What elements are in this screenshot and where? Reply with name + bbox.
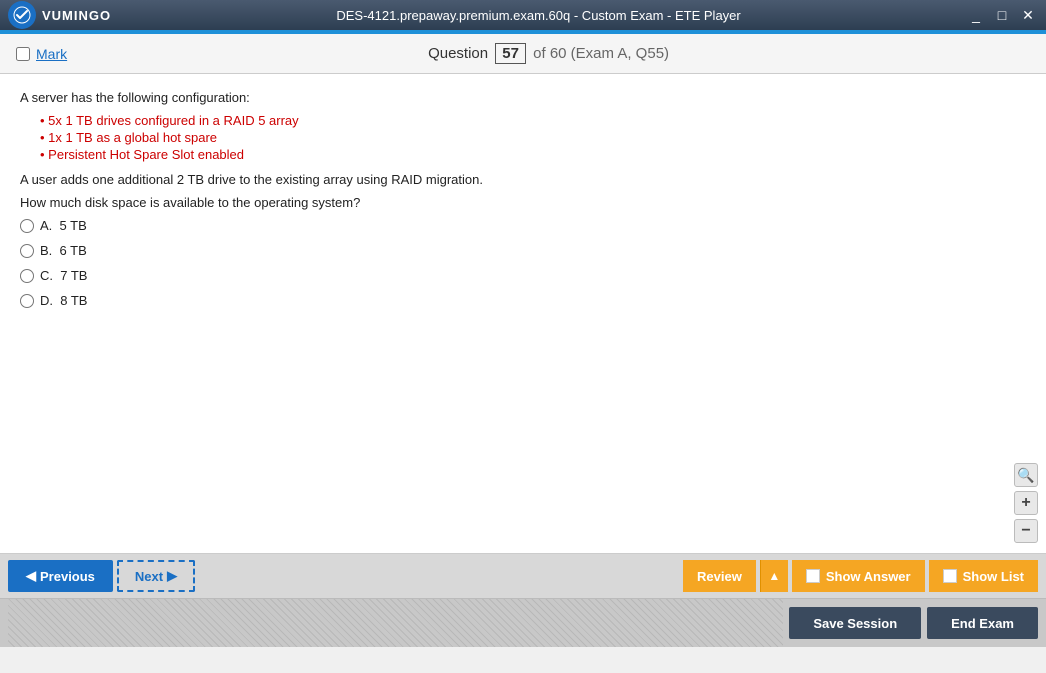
- bullet-item: 1x 1 TB as a global hot spare: [40, 130, 1026, 145]
- next-label: Next: [135, 569, 163, 584]
- mark-container: Mark: [16, 46, 67, 62]
- app-logo: VUMINGO: [8, 1, 111, 29]
- question-header: Mark Question 57 of 60 (Exam A, Q55): [0, 34, 1046, 74]
- search-icon[interactable]: 🔍: [1014, 463, 1038, 487]
- show-list-label: Show List: [963, 569, 1024, 584]
- nav-toolbar: ◀ Previous Next ▶ Review ▲ Show Answer S…: [0, 554, 1046, 599]
- review-label: Review: [697, 569, 742, 584]
- question-label: Question: [428, 45, 488, 62]
- option-c-label: C. 7 TB: [40, 268, 87, 283]
- end-exam-label: End Exam: [951, 616, 1014, 631]
- chevron-up-icon: ▲: [768, 569, 780, 583]
- mark-checkbox[interactable]: [16, 47, 30, 61]
- restore-button[interactable]: □: [992, 7, 1012, 23]
- question-text: How much disk space is available to the …: [20, 195, 1026, 210]
- bullet-item: 5x 1 TB drives configured in a RAID 5 ar…: [40, 113, 1026, 128]
- bullet-list: 5x 1 TB drives configured in a RAID 5 ar…: [40, 113, 1026, 162]
- question-number: 57: [495, 43, 526, 64]
- show-list-button[interactable]: Show List: [929, 560, 1038, 592]
- option-a: A. 5 TB: [20, 218, 1026, 233]
- zoom-in-button[interactable]: +: [1014, 491, 1038, 515]
- radio-c[interactable]: [20, 269, 34, 283]
- radio-b[interactable]: [20, 244, 34, 258]
- option-b-label: B. 6 TB: [40, 243, 87, 258]
- previous-label: Previous: [40, 569, 95, 584]
- show-answer-icon: [806, 569, 820, 583]
- save-session-label: Save Session: [813, 616, 897, 631]
- next-button[interactable]: Next ▶: [117, 560, 195, 592]
- bullet-item: Persistent Hot Spare Slot enabled: [40, 147, 1026, 162]
- option-d-label: D. 8 TB: [40, 293, 87, 308]
- logo-text: VUMINGO: [42, 8, 111, 23]
- titlebar: VUMINGO DES-4121.prepaway.premium.exam.6…: [0, 0, 1046, 30]
- end-exam-button[interactable]: End Exam: [927, 607, 1038, 639]
- previous-button[interactable]: ◀ Previous: [8, 560, 113, 592]
- question-content: A server has the following configuration…: [0, 74, 1046, 554]
- question-info: Question 57 of 60 (Exam A, Q55): [428, 43, 669, 64]
- option-a-label: A. 5 TB: [40, 218, 87, 233]
- show-list-icon: [943, 569, 957, 583]
- show-answer-button[interactable]: Show Answer: [792, 560, 925, 592]
- option-c: C. 7 TB: [20, 268, 1026, 283]
- radio-d[interactable]: [20, 294, 34, 308]
- prev-arrow-icon: ◀: [26, 568, 36, 584]
- next-arrow-icon: ▶: [167, 568, 177, 584]
- question-intro: A server has the following configuration…: [20, 90, 1026, 105]
- radio-a[interactable]: [20, 219, 34, 233]
- close-button[interactable]: ✕: [1018, 7, 1038, 24]
- show-answer-label: Show Answer: [826, 569, 911, 584]
- option-b: B. 6 TB: [20, 243, 1026, 258]
- review-dropdown-button[interactable]: ▲: [760, 560, 788, 592]
- save-session-button[interactable]: Save Session: [789, 607, 921, 639]
- action-bar: Save Session End Exam: [0, 599, 1046, 647]
- option-d: D. 8 TB: [20, 293, 1026, 308]
- mark-label[interactable]: Mark: [36, 46, 67, 62]
- question-total: of 60 (Exam A, Q55): [533, 45, 669, 62]
- review-button[interactable]: Review: [683, 560, 756, 592]
- window-title: DES-4121.prepaway.premium.exam.60q - Cus…: [336, 8, 740, 23]
- logo-icon: [8, 1, 36, 29]
- window-controls: _ □ ✕: [966, 7, 1038, 24]
- action-bar-decoration: [8, 599, 783, 647]
- answer-options: A. 5 TB B. 6 TB C. 7 TB D. 8 TB: [20, 218, 1026, 308]
- zoom-controls: 🔍 + −: [1014, 463, 1038, 543]
- minimize-button[interactable]: _: [966, 7, 986, 23]
- zoom-out-button[interactable]: −: [1014, 519, 1038, 543]
- question-scenario: A user adds one additional 2 TB drive to…: [20, 172, 1026, 187]
